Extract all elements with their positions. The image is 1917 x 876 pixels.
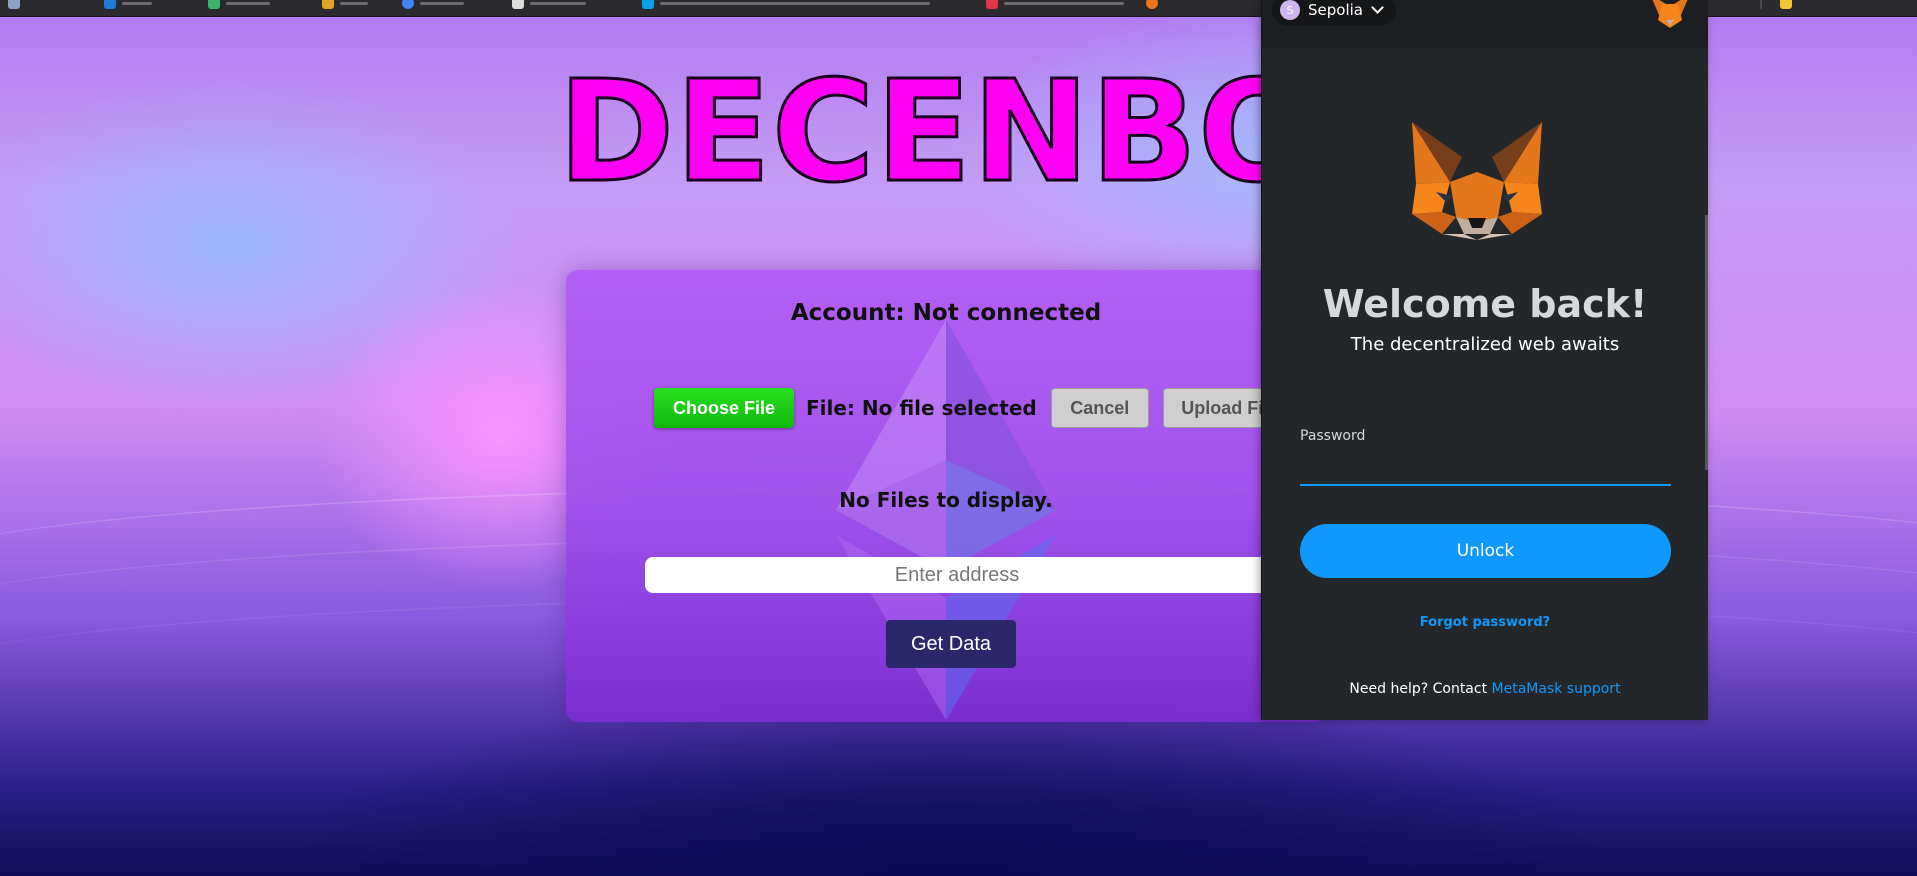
metamask-support-link[interactable]: MetaMask support (1492, 681, 1621, 697)
empty-files-message: No Files to display. (839, 488, 1053, 512)
bookmark[interactable] (986, 0, 1124, 10)
unlock-button[interactable]: Unlock (1300, 524, 1671, 578)
welcome-subtitle: The decentralized web awaits (1350, 334, 1620, 355)
password-input[interactable] (1300, 450, 1671, 486)
cancel-button[interactable]: Cancel (1050, 388, 1149, 428)
password-label: Password (1300, 428, 1366, 444)
bookmark[interactable] (322, 0, 368, 10)
address-input[interactable] (645, 557, 1269, 593)
chevron-down-icon (1371, 1, 1384, 14)
bookmark[interactable] (8, 0, 20, 10)
network-badge-icon: S (1280, 0, 1300, 20)
bookmark[interactable] (512, 0, 586, 10)
network-selector[interactable]: S Sepolia (1272, 0, 1396, 26)
account-status: Account: Not connected (790, 300, 1102, 326)
metamask-fox-icon (1652, 0, 1688, 28)
main-card: Account: Not connected Choose File File:… (566, 270, 1326, 722)
network-name: Sepolia (1308, 1, 1363, 19)
choose-file-button[interactable]: Choose File (654, 388, 794, 428)
metamask-fox-icon (1412, 122, 1542, 240)
metamask-header: S Sepolia (1262, 0, 1708, 48)
upload-form: Choose File File: No file selected Cance… (654, 388, 1297, 428)
bookmark[interactable] (208, 0, 270, 10)
bookmark[interactable] (642, 0, 930, 10)
help-text: Need help? Contact MetaMask support (1262, 681, 1708, 697)
forgot-password-link[interactable]: Forgot password? (1262, 615, 1708, 630)
bookmark[interactable] (1780, 0, 1792, 10)
bookmark[interactable] (1760, 0, 1762, 10)
selected-file-label: File: No file selected (806, 396, 1037, 420)
bookmark[interactable] (104, 0, 152, 10)
metamask-popup: S Sepolia Welcome back! The decentralize… (1261, 0, 1708, 720)
welcome-title: Welcome back! (1322, 282, 1648, 326)
help-prefix: Need help? Contact (1349, 681, 1492, 697)
get-data-button[interactable]: Get Data (886, 620, 1016, 668)
bookmark[interactable] (402, 0, 464, 10)
bookmark[interactable] (1146, 0, 1158, 10)
